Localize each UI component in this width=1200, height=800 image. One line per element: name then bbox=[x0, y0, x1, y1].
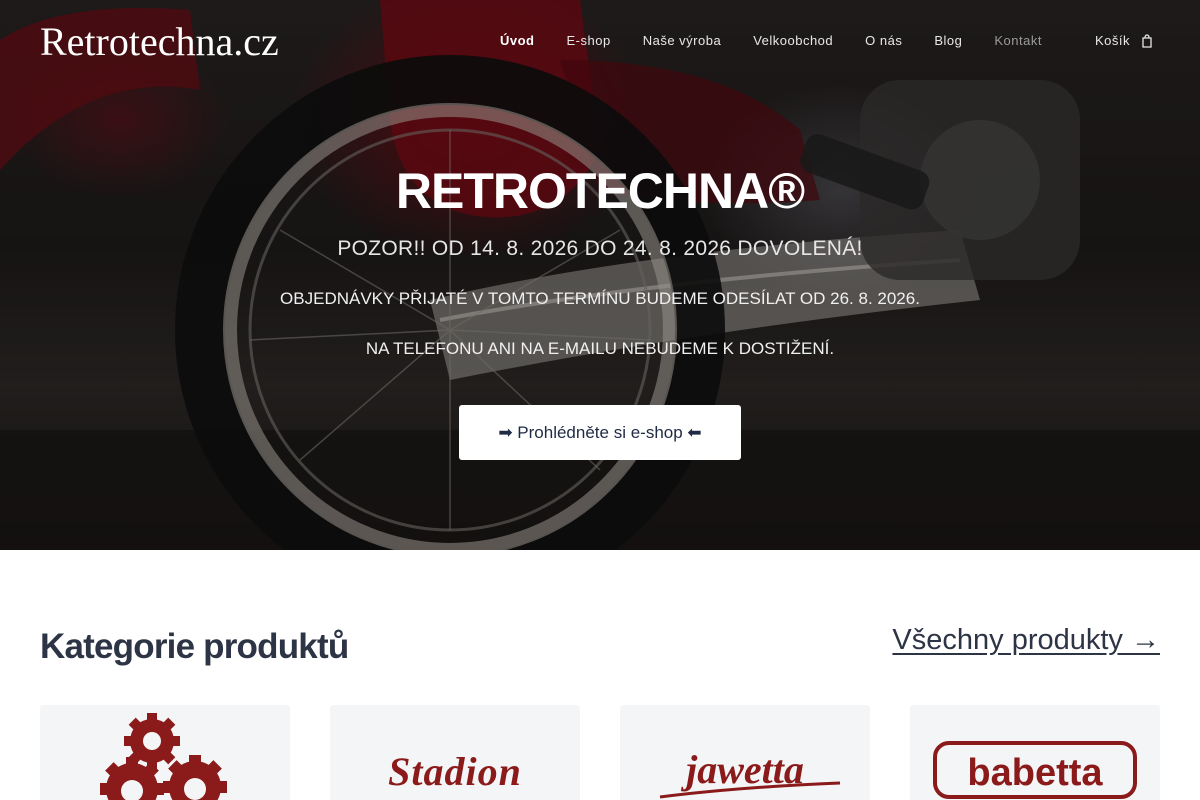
hero-title: RETROTECHNA® bbox=[395, 163, 805, 219]
svg-text:Stadion: Stadion bbox=[388, 749, 522, 794]
stadion-logo: Stadion bbox=[388, 749, 522, 794]
svg-text:babetta: babetta bbox=[967, 752, 1103, 794]
site-logo[interactable]: Retrotechna.cz bbox=[40, 18, 279, 65]
category-card-gears[interactable] bbox=[40, 705, 290, 800]
hero-notice: POZOR!! OD 14. 8. 2026 DO 24. 8. 2026 DO… bbox=[337, 237, 863, 260]
nav-item-o-nas[interactable]: O nás bbox=[865, 33, 902, 48]
hero-banner: Retrotechna.cz Úvod E-shop Naše výroba V… bbox=[0, 0, 1200, 550]
category-list: Stadion jawetta babetta bbox=[40, 705, 1160, 800]
category-card-babetta[interactable]: babetta bbox=[910, 705, 1160, 800]
categories-heading: Kategorie produktů bbox=[40, 627, 349, 666]
shopping-bag-icon bbox=[1142, 33, 1152, 48]
cart-label: Košík bbox=[1095, 33, 1131, 48]
category-card-stadion[interactable]: Stadion bbox=[330, 705, 580, 800]
nav-item-nase-vyroba[interactable]: Naše výroba bbox=[643, 33, 721, 48]
browse-eshop-button[interactable]: ➡ Prohlédněte si e-shop ⬅ bbox=[459, 405, 741, 460]
nav-item-eshop[interactable]: E-shop bbox=[567, 33, 611, 48]
nav-item-velkoobchod[interactable]: Velkoobchod bbox=[753, 33, 833, 48]
all-products-link[interactable]: Všechny produkty → bbox=[892, 624, 1160, 657]
jawetta-logo: jawetta bbox=[659, 747, 841, 799]
category-card-jawetta[interactable]: jawetta bbox=[620, 705, 870, 800]
nav-item-blog[interactable]: Blog bbox=[934, 33, 962, 48]
nav-item-kontakt[interactable]: Kontakt bbox=[994, 33, 1042, 48]
babetta-logo: babetta bbox=[933, 741, 1137, 799]
gears-icon bbox=[100, 713, 227, 800]
hero-text-orders: OBJEDNÁVKY PŘIJATÉ V TOMTO TERMÍNU BUDEM… bbox=[280, 289, 920, 308]
main-navigation: Úvod E-shop Naše výroba Velkoobchod O ná… bbox=[500, 33, 1074, 48]
nav-item-uvod[interactable]: Úvod bbox=[500, 33, 535, 48]
hero-text-contact: NA TELEFONU ANI NA E-MAILU NEBUDEME K DO… bbox=[365, 339, 835, 358]
cart-link[interactable]: Košík bbox=[1095, 33, 1154, 48]
